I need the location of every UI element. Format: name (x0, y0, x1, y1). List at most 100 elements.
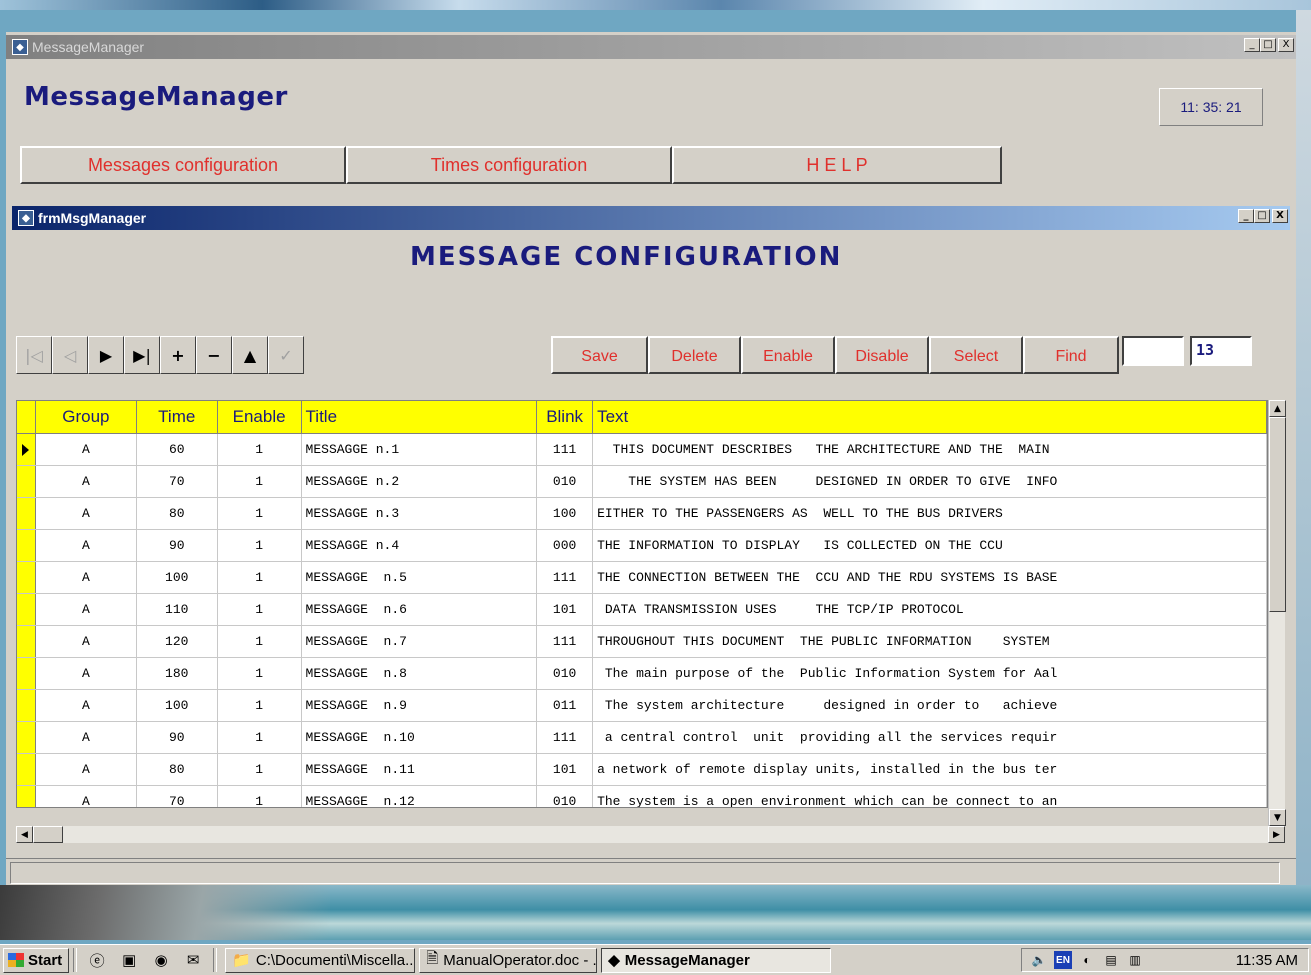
table-row[interactable]: A 90 1 MESSAGGE n.10 111 a central control u… (17, 722, 1267, 754)
outlook-icon[interactable]: ✉ (183, 950, 203, 970)
record-count-field[interactable]: 13 (1190, 336, 1252, 366)
cell-text[interactable]: a central control unit providing all the… (593, 722, 1267, 753)
cell-enable[interactable]: 1 (218, 498, 302, 529)
cell-blink[interactable]: 111 (537, 434, 594, 465)
disable-button[interactable]: Disable (835, 336, 929, 374)
cell-group[interactable]: A (36, 690, 137, 721)
next-record-icon[interactable]: ▶ (88, 336, 124, 374)
cell-title[interactable]: MESSAGGE n.4 (302, 530, 538, 561)
cell-group[interactable]: A (36, 626, 137, 657)
cell-group[interactable]: A (36, 466, 137, 497)
find-input[interactable] (1122, 336, 1184, 366)
cell-time[interactable]: 60 (137, 434, 218, 465)
volume-icon[interactable]: 🔈 (1030, 951, 1048, 969)
cell-blink[interactable]: 101 (537, 594, 594, 625)
cell-blink[interactable]: 111 (537, 626, 594, 657)
cell-enable[interactable]: 1 (218, 722, 302, 753)
edit-record-icon[interactable]: ▲ (232, 336, 268, 374)
cell-blink[interactable]: 111 (537, 562, 594, 593)
cell-text[interactable]: THE INFORMATION TO DISPLAY IS COLLECTED … (593, 530, 1267, 561)
cell-time[interactable]: 90 (137, 530, 218, 561)
row-selector[interactable] (17, 626, 36, 657)
cell-text[interactable]: The system architecture designed in orde… (593, 690, 1267, 721)
row-selector[interactable] (17, 722, 36, 753)
cell-group[interactable]: A (36, 594, 137, 625)
grid-vertical-scrollbar[interactable]: ▲ ▼ (1268, 400, 1286, 826)
column-header-group[interactable]: Group (36, 401, 137, 433)
cell-title[interactable]: MESSAGGE n.2 (302, 466, 538, 497)
cell-blink[interactable]: 111 (537, 722, 594, 753)
column-header-title[interactable]: Title (302, 401, 538, 433)
cell-blink[interactable]: 100 (537, 498, 594, 529)
cell-text[interactable]: THE SYSTEM HAS BEEN DESIGNED IN ORDER TO… (593, 466, 1267, 497)
form-close-button[interactable]: X (1272, 209, 1288, 223)
cell-time[interactable]: 70 (137, 786, 218, 807)
enable-button[interactable]: Enable (741, 336, 835, 374)
cell-time[interactable]: 80 (137, 754, 218, 785)
table-row[interactable]: A 70 1 MESSAGGE n.2 010 THE SYSTEM HAS BEEN … (17, 466, 1267, 498)
cell-text[interactable]: EITHER TO THE PASSENGERS AS WELL TO THE … (593, 498, 1267, 529)
cell-time[interactable]: 80 (137, 498, 218, 529)
table-row[interactable]: A 70 1 MESSAGGE n.12 010 The system is a open… (17, 786, 1267, 807)
table-row[interactable]: A 110 1 MESSAGGE n.6 101 DATA TRANSMISSION U… (17, 594, 1267, 626)
cell-group[interactable]: A (36, 786, 137, 807)
scroll-right-icon[interactable]: ▶ (1268, 826, 1285, 843)
add-record-icon[interactable]: + (160, 336, 196, 374)
cell-enable[interactable]: 1 (218, 562, 302, 593)
cell-title[interactable]: MESSAGGE n.8 (302, 658, 538, 689)
table-row[interactable]: A 180 1 MESSAGGE n.8 010 The main purpose of… (17, 658, 1267, 690)
vertical-scroll-thumb[interactable] (1269, 417, 1286, 612)
form-minimize-button[interactable]: _ (1238, 209, 1254, 223)
row-selector[interactable] (17, 786, 36, 807)
table-row[interactable]: A 60 1 MESSAGGE n.1 111 THIS DOCUMENT DESCRI… (17, 434, 1267, 466)
scroll-up-icon[interactable]: ▲ (1269, 400, 1286, 417)
start-button[interactable]: Start (3, 947, 70, 973)
row-selector[interactable] (17, 690, 36, 721)
messages-grid[interactable]: Group Time Enable Title Blink Text A 60 1 M… (16, 400, 1268, 808)
cell-blink[interactable]: 101 (537, 754, 594, 785)
cell-group[interactable]: A (36, 562, 137, 593)
row-selector[interactable] (17, 498, 36, 529)
cell-text[interactable]: DATA TRANSMISSION USES THE TCP/IP PROTOC… (593, 594, 1267, 625)
cell-title[interactable]: MESSAGGE n.7 (302, 626, 538, 657)
scroll-left-icon[interactable]: ◀ (16, 826, 33, 843)
cell-text[interactable]: The system is a open environment which c… (593, 786, 1267, 807)
cell-enable[interactable]: 1 (218, 530, 302, 561)
cell-time[interactable]: 180 (137, 658, 218, 689)
table-row[interactable]: A 100 1 MESSAGGE n.9 011 The system architec… (17, 690, 1267, 722)
row-selector[interactable] (17, 658, 36, 689)
cell-blink[interactable]: 000 (537, 530, 594, 561)
cell-blink[interactable]: 010 (537, 466, 594, 497)
previous-record-icon[interactable]: ◁ (52, 336, 88, 374)
cell-time[interactable]: 120 (137, 626, 218, 657)
main-window-titlebar[interactable]: ◆ MessageManager _ □ X (6, 35, 1296, 59)
horizontal-scroll-thumb[interactable] (33, 826, 63, 843)
row-selector[interactable] (17, 562, 36, 593)
cell-time[interactable]: 90 (137, 722, 218, 753)
last-record-icon[interactable]: ▶| (124, 336, 160, 374)
column-header-enable[interactable]: Enable (218, 401, 302, 433)
cell-blink[interactable]: 010 (537, 786, 594, 807)
cell-time[interactable]: 100 (137, 562, 218, 593)
cell-group[interactable]: A (36, 722, 137, 753)
cell-group[interactable]: A (36, 434, 137, 465)
network-disconnected-icon[interactable]: ▥ (1126, 951, 1144, 969)
cell-text[interactable]: a network of remote display units, insta… (593, 754, 1267, 785)
cell-enable[interactable]: 1 (218, 594, 302, 625)
cell-text[interactable]: The main purpose of the Public Informati… (593, 658, 1267, 689)
computer-icon[interactable]: ▤ (1102, 951, 1120, 969)
row-selector[interactable] (17, 466, 36, 497)
table-row[interactable]: A 120 1 MESSAGGE n.7 111 THROUGHOUT THIS DOCU… (17, 626, 1267, 658)
cell-enable[interactable]: 1 (218, 434, 302, 465)
cell-enable[interactable]: 1 (218, 466, 302, 497)
table-row[interactable]: A 100 1 MESSAGGE n.5 111 THE CONNECTION BETWE… (17, 562, 1267, 594)
close-button[interactable]: X (1278, 38, 1294, 52)
post-record-icon[interactable]: ✓ (268, 336, 304, 374)
cell-time[interactable]: 100 (137, 690, 218, 721)
cell-group[interactable]: A (36, 530, 137, 561)
row-selector[interactable] (17, 754, 36, 785)
grid-horizontal-scrollbar[interactable]: ◀ ▶ (16, 826, 1285, 843)
help-button[interactable]: H E L P (672, 146, 1002, 184)
table-row[interactable]: A 80 1 MESSAGGE n.11 101 a network of remote … (17, 754, 1267, 786)
cell-group[interactable]: A (36, 498, 137, 529)
